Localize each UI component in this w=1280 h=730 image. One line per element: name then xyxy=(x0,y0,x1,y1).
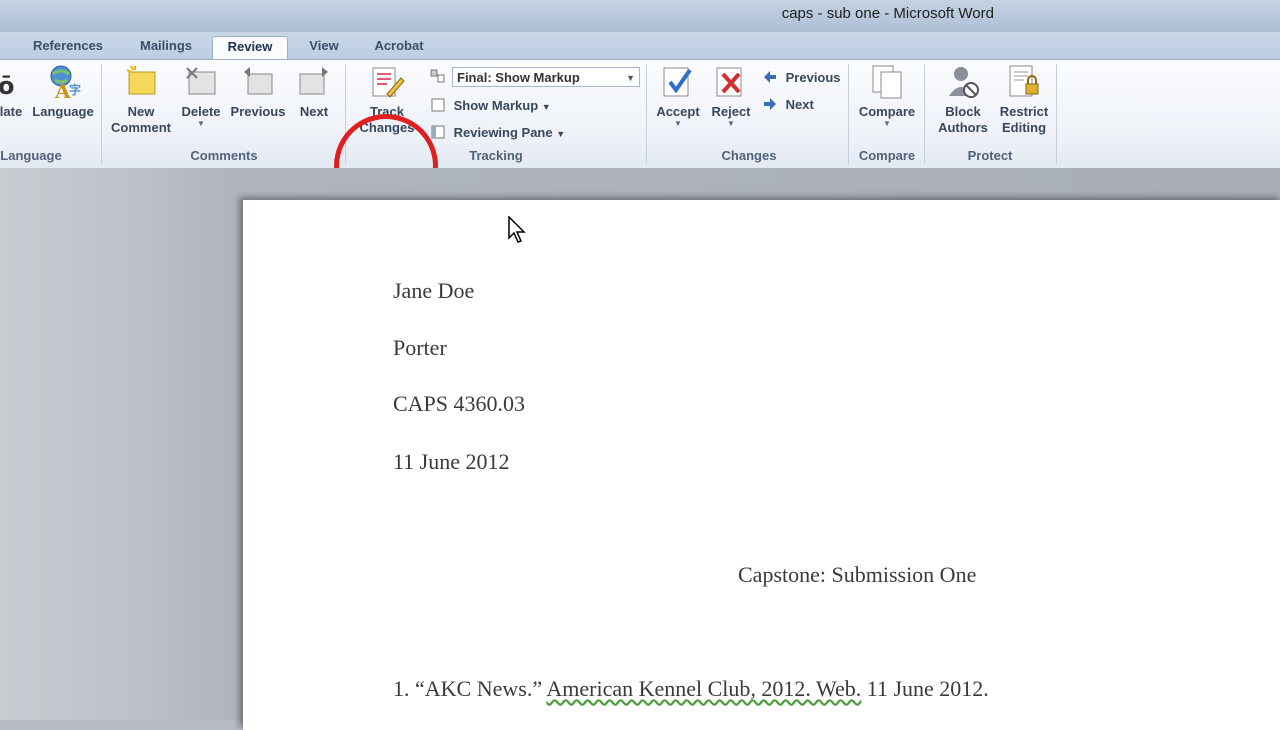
group-label-language: Language xyxy=(0,148,62,163)
previous-comment-icon xyxy=(244,67,273,95)
new-comment-label: New Comment xyxy=(111,104,171,135)
tab-acrobat[interactable]: Acrobat xyxy=(362,36,436,60)
next-comment-button[interactable]: Next xyxy=(292,64,336,120)
compare-icon xyxy=(872,65,902,99)
tab-mailings[interactable]: Mailings xyxy=(128,36,204,60)
mouse-cursor-icon xyxy=(508,216,526,243)
show-markup-icon xyxy=(431,98,445,112)
group-label-tracking: Tracking xyxy=(469,148,523,163)
accept-button[interactable]: Accept ▼ xyxy=(652,64,704,128)
track-changes-icon xyxy=(372,67,405,98)
group-label-changes: Changes xyxy=(721,148,777,163)
block-authors-button[interactable]: Block Authors xyxy=(930,64,996,136)
group-separator xyxy=(101,64,102,164)
group-separator xyxy=(646,64,647,164)
tab-view[interactable]: View xyxy=(296,36,352,60)
chevron-down-icon: ▼ xyxy=(541,102,551,112)
chevron-down-icon: ▼ xyxy=(626,73,635,83)
doc-date[interactable]: 11 June 2012 xyxy=(393,449,510,475)
display-for-review-value: Final: Show Markup xyxy=(457,70,580,85)
translate-button[interactable]: ō late xyxy=(0,64,26,120)
block-authors-label: Block Authors xyxy=(938,104,988,135)
window-title: caps - sub one - Microsoft Word xyxy=(781,5,994,22)
previous-change-button[interactable]: Previous xyxy=(762,69,841,86)
translate-label: late xyxy=(0,104,23,119)
tab-review[interactable]: Review xyxy=(212,36,288,60)
reviewing-pane-button[interactable]: Reviewing Pane ▼ xyxy=(430,124,565,142)
doc-author[interactable]: Jane Doe xyxy=(393,278,474,304)
reject-button[interactable]: Reject ▼ xyxy=(708,64,754,128)
next-comment-icon xyxy=(299,67,328,95)
reject-label: Reject xyxy=(711,104,751,119)
next-label: Next xyxy=(299,104,329,119)
doc-citation[interactable]: 1. “AKC News.” American Kennel Club, 201… xyxy=(393,676,989,702)
dropdown-arrow-icon: ▼ xyxy=(674,119,682,128)
accept-icon xyxy=(663,67,692,97)
citation-source: American Kennel Club, 2012. Web. xyxy=(546,676,862,701)
display-for-review-icon xyxy=(430,68,450,85)
language-button[interactable]: A 字 Language xyxy=(30,64,96,120)
compare-label: Compare xyxy=(858,104,916,119)
previous-change-label: Previous xyxy=(785,70,841,85)
group-label-comments: Comments xyxy=(190,148,258,163)
ribbon: ō late A 字 Language Language New Comment… xyxy=(0,59,1280,225)
group-label-compare: Compare xyxy=(858,148,916,163)
dropdown-arrow-icon: ▼ xyxy=(197,119,205,128)
group-label-protect: Protect xyxy=(967,148,1013,163)
reviewing-pane-label: Reviewing Pane xyxy=(453,125,553,140)
chevron-down-icon: ▼ xyxy=(556,129,566,139)
previous-change-icon xyxy=(764,71,776,83)
doc-course[interactable]: CAPS 4360.03 xyxy=(393,391,525,417)
restrict-editing-label: Restrict Editing xyxy=(999,104,1049,135)
document-page[interactable]: Jane Doe Porter CAPS 4360.03 11 June 201… xyxy=(243,200,1280,730)
next-change-label: Next xyxy=(785,97,814,112)
reviewing-pane-icon xyxy=(431,125,445,139)
ribbon-tabs: References Mailings Review View Acrobat xyxy=(0,32,1280,60)
restrict-editing-button[interactable]: Restrict Editing xyxy=(994,64,1054,136)
doc-title[interactable]: Capstone: Submission One xyxy=(738,562,976,588)
dropdown-arrow-icon: ▼ xyxy=(727,119,735,128)
svg-text:ō: ō xyxy=(0,72,15,100)
delete-comment-button[interactable]: Delete ▼ xyxy=(176,64,226,128)
language-globe-icon: A 字 xyxy=(50,65,81,100)
previous-comment-button[interactable]: Previous xyxy=(228,64,288,120)
group-separator xyxy=(848,64,849,164)
group-separator xyxy=(924,64,925,164)
citation-prefix: 1. “AKC News.” xyxy=(393,676,547,701)
citation-suffix: 11 June 2012. xyxy=(861,676,989,701)
show-markup-label: Show Markup xyxy=(453,98,539,113)
accept-label: Accept xyxy=(656,104,700,119)
show-markup-button[interactable]: Show Markup ▼ xyxy=(430,97,551,115)
new-comment-icon xyxy=(126,65,156,95)
display-for-review-select[interactable]: Final: Show Markup ▼ xyxy=(452,67,640,87)
translate-icon: ō xyxy=(0,72,15,100)
compare-button[interactable]: Compare ▼ xyxy=(854,64,920,128)
language-label: Language xyxy=(32,104,94,119)
next-change-icon xyxy=(764,98,776,110)
dropdown-arrow-icon: ▼ xyxy=(883,119,891,128)
svg-text:字: 字 xyxy=(69,82,81,97)
tab-references[interactable]: References xyxy=(22,36,114,60)
reject-icon xyxy=(716,67,742,97)
delete-comment-icon xyxy=(186,67,216,95)
new-comment-button[interactable]: New Comment xyxy=(108,64,174,136)
previous-label: Previous xyxy=(230,104,286,119)
title-bar: caps - sub one - Microsoft Word xyxy=(0,0,1280,32)
next-change-button[interactable]: Next xyxy=(762,96,814,113)
doc-instructor[interactable]: Porter xyxy=(393,335,447,361)
delete-label: Delete xyxy=(181,104,221,119)
restrict-editing-icon xyxy=(1009,65,1039,97)
group-separator xyxy=(1056,64,1057,164)
block-authors-icon xyxy=(949,67,979,98)
